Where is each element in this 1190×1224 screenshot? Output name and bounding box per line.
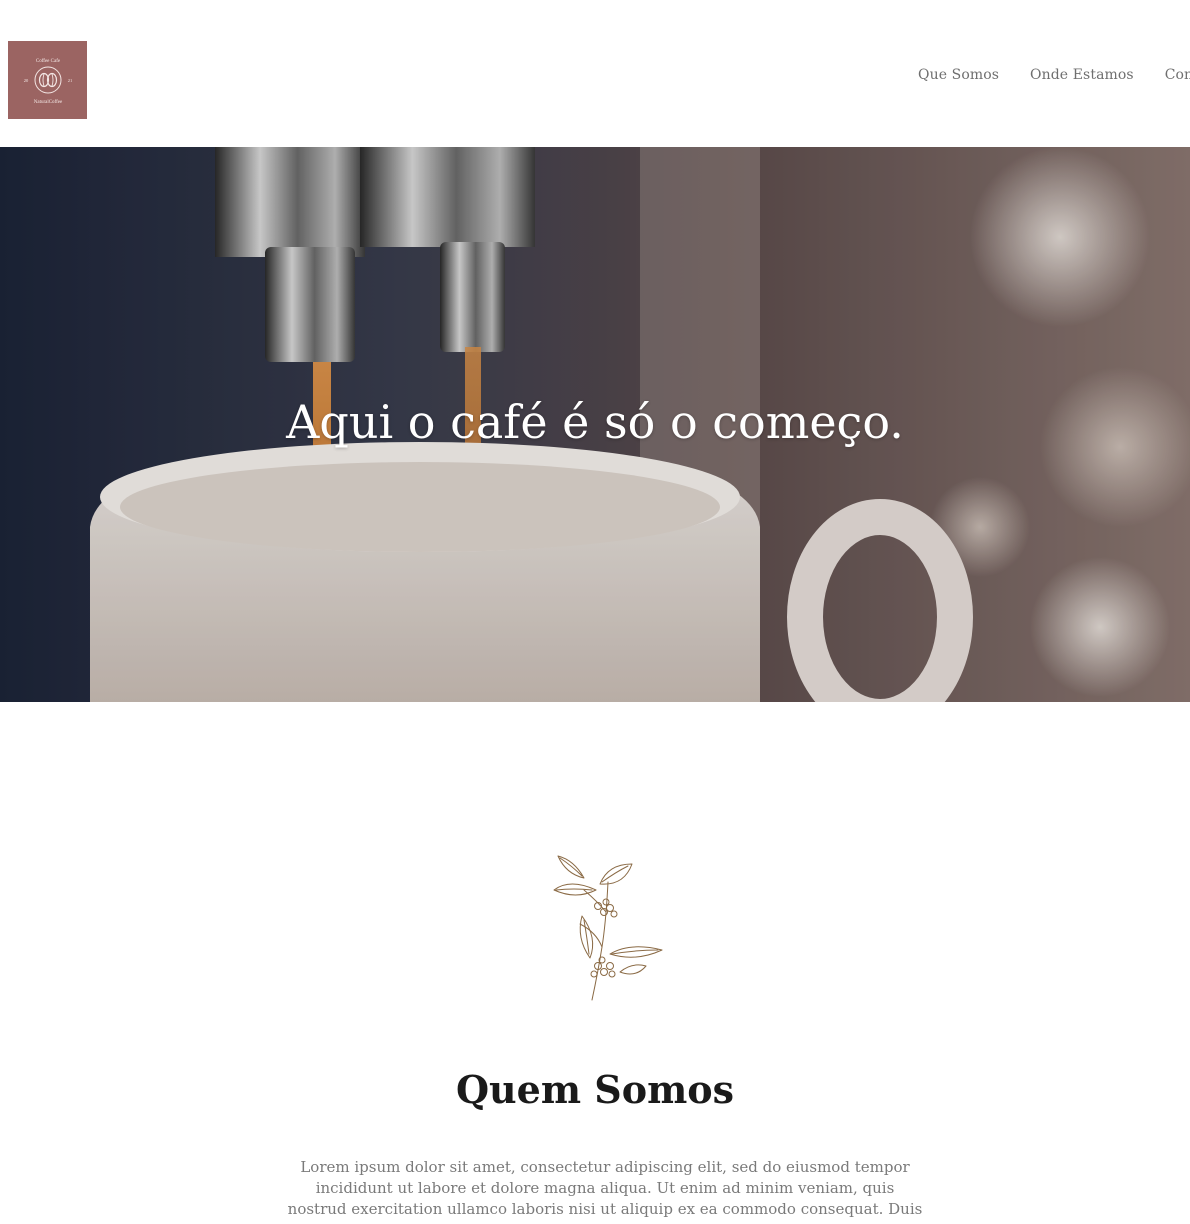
main-nav: Que Somos Onde Estamos Contat — [918, 67, 1190, 83]
nav-link-onde-estamos[interactable]: Onde Estamos — [1030, 67, 1134, 83]
hero-title: Aqui o café é só o começo. — [286, 395, 904, 449]
logo-year-left: 20 — [23, 78, 28, 83]
site-header: Coffee Cafe NaturalCoffee 20 21 Que Somo… — [0, 0, 1190, 147]
about-section: Quem Somos Lorem ipsum dolor sit amet, c… — [0, 702, 1190, 1224]
nav-link-contato[interactable]: Contat — [1165, 67, 1190, 83]
hero-banner: Aqui o café é só o começo. — [0, 147, 1190, 702]
logo[interactable]: Coffee Cafe NaturalCoffee 20 21 — [8, 41, 87, 119]
logo-year-right: 21 — [67, 78, 72, 83]
about-title: Quem Somos — [455, 1067, 735, 1112]
logo-brand-top: Coffee Cafe — [35, 59, 60, 64]
coffee-bean-icon: Coffee Cafe NaturalCoffee 20 21 — [23, 59, 72, 105]
logo-brand-bottom: NaturalCoffee — [33, 100, 62, 105]
about-text: Lorem ipsum dolor sit amet, consectetur … — [287, 1158, 923, 1224]
nav-link-que-somos[interactable]: Que Somos — [918, 67, 999, 83]
coffee-branch-illustration — [553, 855, 663, 1001]
